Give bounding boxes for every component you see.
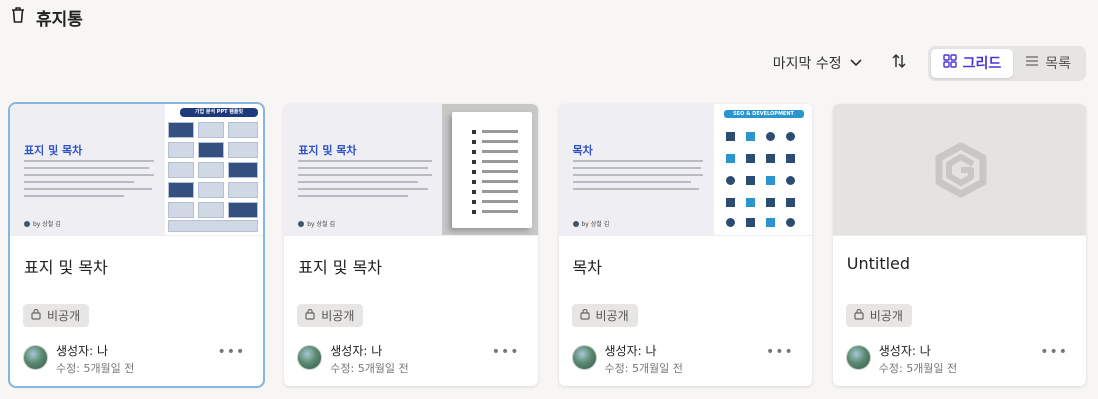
card-title: Untitled [846, 254, 911, 273]
avatar [845, 345, 871, 370]
view-toggle: 그리드 목록 [927, 45, 1086, 81]
visibility-badge: 비공개 [571, 304, 638, 327]
more-options-icon[interactable]: ••• [492, 344, 520, 360]
thumbnail-banner: 기업 분석 PPT 템플릿 [180, 108, 258, 117]
sort-select[interactable]: 마지막 수정 [767, 46, 868, 80]
thumbnail-author: by 상철 김 [572, 219, 609, 228]
card-thumbnail: 표지 및 목차 by 상철 김 기업 분석 PPT 템플릿 [10, 104, 264, 236]
card-title: 목차 [572, 258, 602, 277]
trash-card[interactable]: Untitled 비공개 생성자: 나 수정: 5개월일 전 ••• [832, 104, 1086, 386]
visibility-badge: 비공개 [23, 304, 90, 327]
card-thumbnail: 목차 by 상철 김 SEO & DEVELOPMENT [558, 104, 812, 236]
trash-card[interactable]: 표지 및 목차 by 상철 김 기업 분석 PPT 템플릿 표지 및 목차 비공… [7, 102, 266, 388]
trash-card[interactable]: 목차 by 상철 김 SEO & DEVELOPMENT 목차 비공개 생성자:… [558, 104, 812, 386]
card-modified: 수정: 5개월일 전 [878, 362, 958, 375]
avatar [297, 345, 323, 370]
card-modified: 수정: 5개월일 전 [330, 362, 409, 375]
card-modified: 수정: 5개월일 전 [56, 362, 135, 375]
grid-view-label: 그리드 [962, 56, 1002, 72]
lock-icon [579, 308, 590, 323]
thumbnail-heading: 표지 및 목차 [24, 144, 83, 157]
card-title: 표지 및 목차 [24, 258, 108, 277]
sort-direction-button[interactable] [882, 46, 916, 80]
thumbnail-author: by 상철 김 [24, 219, 61, 228]
thumbnail-author: by 상철 김 [298, 219, 335, 228]
grid-view-button[interactable]: 그리드 [930, 48, 1014, 78]
avatar [571, 345, 597, 370]
more-options-icon[interactable]: ••• [217, 344, 245, 360]
more-options-icon[interactable]: ••• [1040, 344, 1068, 360]
trash-icon [10, 6, 26, 28]
card-thumbnail: 표지 및 목차 by 상철 김 [284, 104, 538, 236]
lock-icon [854, 308, 864, 323]
card-thumbnail [832, 104, 1086, 236]
trash-card[interactable]: 표지 및 목차 by 상철 김 표지 및 목차 비공개 생성자: 나 수정: 5… [284, 104, 538, 386]
card-creator: 생성자: 나 [604, 344, 657, 358]
card-creator: 생성자: 나 [56, 344, 109, 358]
trash-grid: 표지 및 목차 by 상철 김 기업 분석 PPT 템플릿 표지 및 목차 비공… [7, 102, 1086, 388]
sort-arrows-icon [891, 53, 907, 73]
chevron-down-icon [850, 55, 862, 71]
visibility-badge: 비공개 [297, 304, 364, 327]
thumbnail-banner: SEO & DEVELOPMENT [723, 110, 804, 118]
card-creator: 생성자: 나 [878, 344, 931, 358]
list-view-label: 목록 [1045, 56, 1071, 72]
list-icon [1025, 55, 1039, 71]
sort-select-label: 마지막 수정 [772, 56, 842, 72]
avatar [23, 345, 48, 370]
card-modified: 수정: 5개월일 전 [604, 362, 683, 375]
grid-icon [942, 54, 957, 72]
lock-icon [305, 308, 315, 323]
placeholder-logo-icon [933, 142, 989, 202]
visibility-badge: 비공개 [845, 304, 912, 327]
list-view-button[interactable]: 목록 [1013, 49, 1083, 78]
thumbnail-heading: 목차 [572, 144, 593, 157]
book-mockup [452, 112, 533, 228]
card-creator: 생성자: 나 [330, 344, 383, 358]
icon-set-preview: SEO & DEVELOPMENT [713, 104, 812, 235]
page-header: 휴지통 [10, 4, 83, 30]
toolbar: 마지막 수정 그리드 목록 [767, 45, 1086, 81]
page-title: 휴지통 [36, 9, 83, 30]
card-title: 표지 및 목차 [298, 258, 383, 277]
thumbnail-heading: 표지 및 목차 [298, 144, 357, 157]
lock-icon [31, 308, 41, 323]
more-options-icon[interactable]: ••• [766, 344, 794, 360]
